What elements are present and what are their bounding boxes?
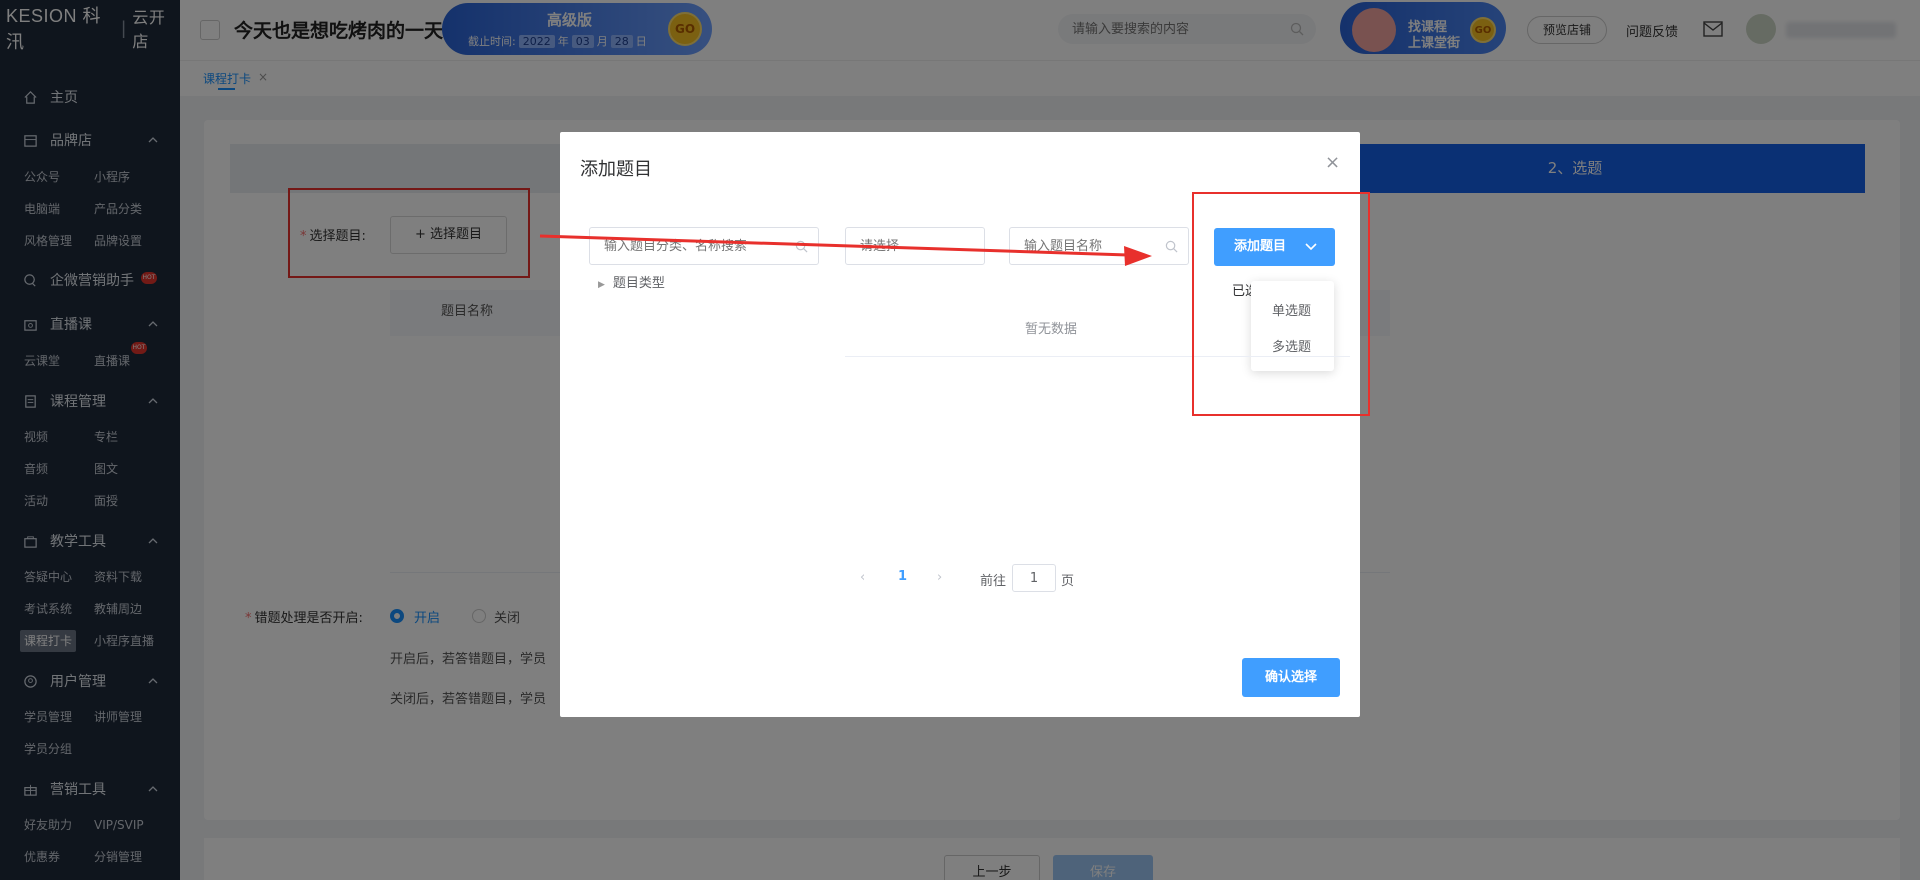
category-search-input[interactable] <box>604 237 774 255</box>
confirm-select-button[interactable]: 确认选择 <box>1242 658 1340 697</box>
goto-label: 前往 <box>980 574 1007 589</box>
prev-page-icon[interactable]: ‹ <box>860 570 865 585</box>
empty-state: 暂无数据 <box>1025 322 1078 337</box>
close-icon[interactable]: × <box>1325 152 1340 173</box>
next-page-icon[interactable]: › <box>937 570 942 585</box>
name-search[interactable] <box>1009 227 1194 265</box>
search-icon[interactable] <box>1165 240 1178 253</box>
type-select-input[interactable] <box>860 237 1030 255</box>
goto-page-input[interactable] <box>1012 564 1056 592</box>
search-icon[interactable] <box>795 240 808 253</box>
dialog-title: 添加题目 <box>580 159 652 180</box>
page-unit: 页 <box>1061 574 1075 589</box>
category-search[interactable] <box>589 227 819 265</box>
type-select[interactable] <box>845 227 1030 265</box>
tree-node-question-type[interactable]: ▶ 题目类型 <box>598 272 665 291</box>
caret-right-icon: ▶ <box>598 280 605 290</box>
annotation-box <box>1192 192 1370 416</box>
page-number[interactable]: 1 <box>898 569 907 584</box>
